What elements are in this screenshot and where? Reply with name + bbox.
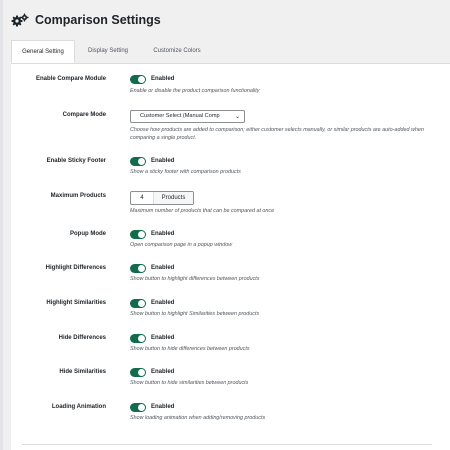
hide-similarities-desc: Show button to hide similarities between… — [130, 380, 249, 386]
loading-animation-desc: Show loading animation when adding/remov… — [130, 415, 266, 421]
toggle-knob — [138, 265, 145, 272]
page-header: Comparison Settings — [11, 10, 161, 30]
max-products-value[interactable]: 4 — [131, 192, 153, 204]
highlight-differences-label: Highlight Differences — [45, 265, 106, 271]
admin-sidebar-edge — [0, 0, 3, 450]
max-products-input[interactable]: 4 Products — [130, 191, 194, 205]
highlight-differences-state: Enabled — [151, 265, 175, 271]
compare-mode-desc: Choose how products are added to compari… — [130, 127, 424, 141]
toggle-knob — [138, 231, 145, 238]
page-title: Comparison Settings — [35, 13, 161, 27]
max-products-label: Maximum Products — [50, 193, 106, 199]
hide-differences-desc: Show button to hide differences between … — [130, 346, 250, 352]
sticky-footer-label: Enable Sticky Footer — [46, 158, 106, 164]
hide-differences-label: Hide Differences — [58, 335, 106, 341]
popup-mode-state: Enabled — [151, 231, 175, 237]
popup-mode-label: Popup Mode — [70, 231, 106, 237]
compare-module-desc: Enable or disable the product comparison… — [130, 88, 260, 94]
popup-mode-toggle[interactable] — [130, 230, 146, 239]
hide-similarities-label: Hide Similarities — [59, 369, 106, 375]
toggle-knob — [138, 404, 145, 411]
sticky-footer-desc: Show a sticky footer with comparison pro… — [130, 169, 241, 175]
hide-similarities-toggle[interactable] — [130, 368, 146, 377]
max-products-desc: Maximum number of products that can be c… — [130, 208, 275, 214]
compare-mode-value: Customer Select (Manual Comp — [140, 113, 220, 119]
toggle-knob — [138, 369, 145, 376]
tab-display-setting[interactable]: Display Setting — [78, 40, 138, 63]
highlight-similarities-toggle[interactable] — [130, 299, 146, 308]
tab-customize-colors[interactable]: Customize Colors — [138, 40, 216, 63]
hide-differences-state: Enabled — [151, 335, 175, 341]
loading-animation-state: Enabled — [151, 404, 175, 410]
toggle-knob — [138, 76, 145, 83]
loading-animation-label: Loading Animation — [51, 404, 106, 410]
compare-mode-select[interactable]: Customer Select (Manual Comp ⌄ — [130, 110, 245, 123]
highlight-differences-desc: Show button to highlight differences bet… — [130, 276, 260, 282]
settings-tabs: General Setting Display Setting Customiz… — [11, 40, 450, 64]
toggle-knob — [138, 300, 145, 307]
toggle-knob — [138, 335, 145, 342]
highlight-similarities-label: Highlight Similarities — [46, 300, 106, 306]
max-products-unit: Products — [153, 192, 193, 204]
compare-module-label: Enable Compare Module — [35, 76, 106, 82]
tab-general-setting[interactable]: General Setting — [11, 40, 75, 63]
hide-differences-toggle[interactable] — [130, 334, 146, 343]
compare-mode-label: Compare Mode — [62, 112, 106, 118]
highlight-similarities-state: Enabled — [151, 300, 175, 306]
compare-module-state: Enabled — [151, 76, 175, 82]
highlight-differences-toggle[interactable] — [130, 264, 146, 273]
compare-module-toggle[interactable] — [130, 75, 146, 84]
toggle-knob — [138, 158, 145, 165]
sticky-footer-state: Enabled — [151, 158, 175, 164]
hide-similarities-state: Enabled — [151, 369, 175, 375]
sticky-footer-toggle[interactable] — [130, 157, 146, 166]
chevron-down-icon: ⌄ — [234, 114, 240, 120]
loading-animation-toggle[interactable] — [130, 403, 146, 412]
popup-mode-desc: Open comparison page in a popup window — [130, 242, 233, 248]
highlight-similarities-desc: Show button to highlight Similarities be… — [130, 311, 260, 317]
divider — [22, 444, 432, 445]
gears-icon — [11, 13, 29, 27]
settings-panel: Enable Compare Module Enabled Enable or … — [11, 64, 450, 450]
